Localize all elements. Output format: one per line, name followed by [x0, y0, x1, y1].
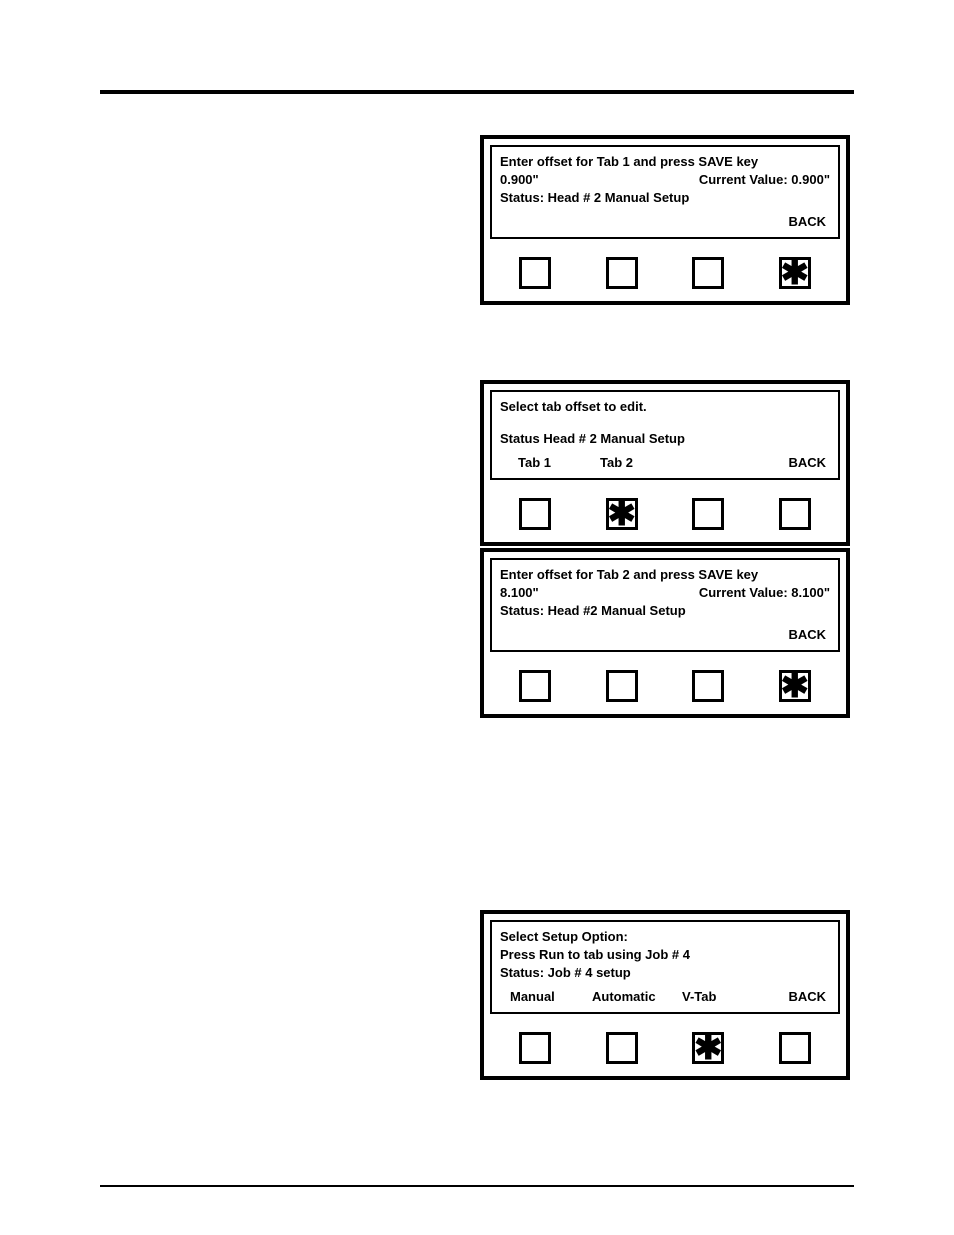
asterisk-icon: ✱: [781, 673, 810, 699]
lcd-screen: Select Setup Option: Press Run to tab us…: [490, 920, 840, 1014]
lcd-panel-setup-option: Select Setup Option: Press Run to tab us…: [480, 910, 850, 1080]
current-value-label: Current Value: 0.900": [699, 171, 830, 189]
line-3: Status: Job # 4 setup: [500, 964, 830, 982]
line-2: Press Run to tab using Job # 4: [500, 946, 830, 964]
label-back: BACK: [788, 988, 830, 1006]
status-line: Status: Head #2 Manual Setup: [500, 602, 830, 620]
label-empty: [682, 454, 764, 472]
asterisk-icon: ✱: [781, 260, 810, 286]
entered-value: 0.900": [500, 171, 539, 189]
lcd-screen: Enter offset for Tab 1 and press SAVE ke…: [490, 145, 840, 239]
softkey-1[interactable]: [519, 670, 551, 702]
lcd-screen: Enter offset for Tab 2 and press SAVE ke…: [490, 558, 840, 652]
top-rule: [100, 90, 854, 94]
label-manual: Manual: [510, 988, 592, 1006]
lcd-screen: Select tab offset to edit. Status Head #…: [490, 390, 840, 480]
softkey-labels: Tab 1 Tab 2 BACK: [500, 454, 830, 472]
entered-value: 8.100": [500, 584, 539, 602]
softkey-1-tab1[interactable]: [519, 498, 551, 530]
softkey-4-back[interactable]: [779, 1032, 811, 1064]
prompt-line: Enter offset for Tab 2 and press SAVE ke…: [500, 566, 830, 584]
softkey-2-automatic[interactable]: [606, 1032, 638, 1064]
softkey-1-manual[interactable]: [519, 1032, 551, 1064]
label-tab1: Tab 1: [518, 454, 600, 472]
softkey-3[interactable]: [692, 670, 724, 702]
back-label: BACK: [500, 213, 830, 231]
status-line: Status Head # 2 Manual Setup: [500, 430, 830, 448]
softkey-2[interactable]: [606, 257, 638, 289]
back-label: BACK: [500, 626, 830, 644]
label-automatic: Automatic: [592, 988, 682, 1006]
current-value: 8.100": [791, 585, 830, 600]
button-row: ✱: [484, 658, 846, 714]
lcd-panel-select-offset: Select tab offset to edit. Status Head #…: [480, 380, 850, 546]
softkey-2[interactable]: [606, 670, 638, 702]
softkey-labels: Manual Automatic V-Tab BACK: [500, 988, 830, 1006]
softkey-2-tab2[interactable]: ✱: [606, 498, 638, 530]
softkey-4-back[interactable]: ✱: [779, 257, 811, 289]
current-value-label: Current Value: 8.100": [699, 584, 830, 602]
lcd-panel-tab2-offset: Enter offset for Tab 2 and press SAVE ke…: [480, 548, 850, 718]
softkey-3-vtab[interactable]: ✱: [692, 1032, 724, 1064]
current-value: 0.900": [791, 172, 830, 187]
prompt-line: Enter offset for Tab 1 and press SAVE ke…: [500, 153, 830, 171]
softkey-4-back[interactable]: [779, 498, 811, 530]
button-row: ✱: [484, 486, 846, 542]
softkey-4-back[interactable]: ✱: [779, 670, 811, 702]
line-1: Select Setup Option:: [500, 928, 830, 946]
softkey-3[interactable]: [692, 498, 724, 530]
softkey-3[interactable]: [692, 257, 724, 289]
button-row: ✱: [484, 245, 846, 301]
softkey-1[interactable]: [519, 257, 551, 289]
label-back: BACK: [788, 454, 830, 472]
asterisk-icon: ✱: [694, 1035, 723, 1061]
prompt-line: Select tab offset to edit.: [500, 398, 830, 416]
button-row: ✱: [484, 1020, 846, 1076]
bottom-rule: [100, 1185, 854, 1187]
asterisk-icon: ✱: [608, 501, 637, 527]
label-tab2: Tab 2: [600, 454, 682, 472]
status-line: Status: Head # 2 Manual Setup: [500, 189, 830, 207]
lcd-panel-tab1-offset: Enter offset for Tab 1 and press SAVE ke…: [480, 135, 850, 305]
label-vtab: V-Tab: [682, 988, 752, 1006]
